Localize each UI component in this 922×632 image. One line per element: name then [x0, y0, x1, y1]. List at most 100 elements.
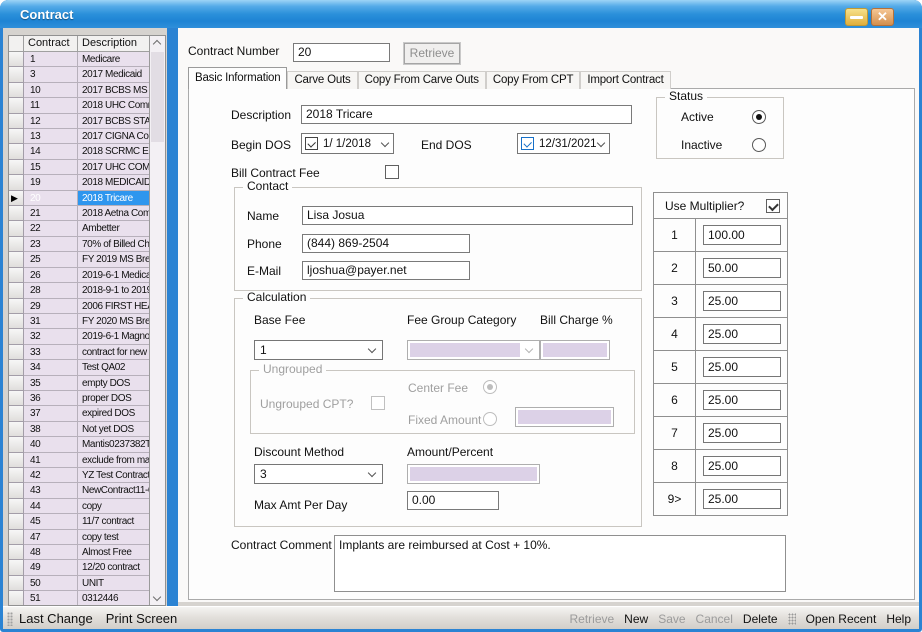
multiplier-value-input[interactable]: 100.00 — [703, 225, 781, 245]
description-cell[interactable]: Mantis0237382Te — [78, 437, 149, 452]
description-cell[interactable]: 2017 BCBS STAT — [78, 114, 149, 129]
row-header-cell[interactable] — [9, 576, 24, 591]
max-amt-per-day-input[interactable]: 0.00 — [407, 491, 499, 510]
contract-cell[interactable]: 21 — [24, 206, 78, 221]
scroll-up-icon[interactable] — [153, 40, 161, 48]
row-header-cell[interactable] — [9, 437, 24, 452]
table-row[interactable]: 510312446 — [9, 591, 149, 605]
contract-cell[interactable]: 1 — [24, 52, 78, 67]
description-cell[interactable]: Ambetter — [78, 221, 149, 236]
table-row[interactable]: 40Mantis0237382Te — [9, 437, 149, 452]
multiplier-value-input[interactable]: 25.00 — [703, 324, 781, 344]
description-cell[interactable]: 2018 UHC Comme — [78, 98, 149, 113]
contract-cell[interactable]: 35 — [24, 376, 78, 391]
table-row[interactable]: 31FY 2020 MS Breas — [9, 314, 149, 329]
description-cell[interactable]: Medicare — [78, 52, 149, 67]
table-row[interactable]: 35empty DOS — [9, 376, 149, 391]
contract-cell[interactable]: 11 — [24, 98, 78, 113]
table-row[interactable]: 152017 UHC COMM — [9, 160, 149, 175]
table-row[interactable]: 48Almost Free — [9, 545, 149, 560]
table-row[interactable]: 42YZ Test Contract — [9, 468, 149, 483]
row-header-cell[interactable] — [9, 83, 24, 98]
row-header-cell[interactable] — [9, 530, 24, 545]
contact-email-input[interactable]: ljoshua@payer.net — [302, 261, 470, 280]
row-header-cell[interactable] — [9, 237, 24, 252]
contract-cell[interactable]: 45 — [24, 514, 78, 529]
table-row[interactable]: 44copy — [9, 499, 149, 514]
table-row[interactable]: 25FY 2019 MS Breas — [9, 252, 149, 267]
table-row[interactable]: 212018 Aetna Comm — [9, 206, 149, 221]
contract-cell[interactable]: 44 — [24, 499, 78, 514]
description-cell[interactable]: 0312446 — [78, 591, 149, 605]
statusbar-new[interactable]: New — [624, 612, 648, 626]
multiplier-value-input[interactable]: 25.00 — [703, 423, 781, 443]
table-row[interactable]: 112018 UHC Comme — [9, 98, 149, 113]
contact-phone-input[interactable]: (844) 869-2504 — [302, 234, 470, 253]
table-row[interactable]: 50UNIT — [9, 576, 149, 591]
table-row[interactable]: 34Test QA02 — [9, 360, 149, 375]
row-header-cell[interactable] — [9, 52, 24, 67]
multiplier-value-input[interactable]: 25.00 — [703, 390, 781, 410]
begin-dos-datepicker[interactable]: 1/ 1/2018 — [301, 133, 394, 154]
multiplier-value-input[interactable]: 25.00 — [703, 291, 781, 311]
contract-cell[interactable]: 37 — [24, 406, 78, 421]
contract-cell[interactable]: 40 — [24, 437, 78, 452]
table-row[interactable]: 32017 Medicaid — [9, 67, 149, 82]
contract-cell[interactable]: 36 — [24, 391, 78, 406]
table-row[interactable]: 132017 CIGNA Comm — [9, 129, 149, 144]
description-cell[interactable]: contract for new d — [78, 345, 149, 360]
contract-cell[interactable]: 28 — [24, 283, 78, 298]
description-cell[interactable]: 2019-6-1 Magnolia — [78, 329, 149, 344]
contract-cell[interactable]: 13 — [24, 129, 78, 144]
row-header-cell[interactable]: ▶ — [9, 191, 24, 206]
row-header-cell[interactable] — [9, 360, 24, 375]
row-header-cell[interactable] — [9, 268, 24, 283]
statusbar-print-screen[interactable]: Print Screen — [106, 611, 178, 626]
table-row[interactable]: 282018-9-1 to 2019- — [9, 283, 149, 298]
description-cell[interactable]: copy — [78, 499, 149, 514]
description-cell[interactable]: 2019-6-1 Medicaid — [78, 268, 149, 283]
tab-basic-information[interactable]: Basic Information — [188, 67, 287, 89]
row-header-cell[interactable] — [9, 591, 24, 605]
description-cell[interactable]: 2018-9-1 to 2019- — [78, 283, 149, 298]
row-header-cell[interactable] — [9, 221, 24, 236]
description-cell[interactable]: 2017 BCBS MS — [78, 83, 149, 98]
description-cell[interactable]: 12/20 contract — [78, 560, 149, 575]
multiplier-value-input[interactable]: 50.00 — [703, 258, 781, 278]
status-active-radio[interactable] — [752, 110, 766, 124]
row-header-cell[interactable] — [9, 329, 24, 344]
table-row[interactable]: ▶202018 Tricare — [9, 191, 149, 206]
scrollbar-thumb[interactable] — [151, 52, 164, 142]
contract-cell[interactable]: 20 — [24, 191, 78, 206]
discount-method-select[interactable]: 3 — [254, 464, 383, 484]
row-header-cell[interactable] — [9, 545, 24, 560]
row-header-cell[interactable] — [9, 98, 24, 113]
table-row[interactable]: 122017 BCBS STAT — [9, 114, 149, 129]
description-cell[interactable]: 2017 Medicaid — [78, 67, 149, 82]
chevron-down-icon[interactable] — [368, 469, 376, 477]
contract-cell[interactable]: 51 — [24, 591, 78, 605]
contract-cell[interactable]: 47 — [24, 530, 78, 545]
row-header-cell[interactable] — [9, 252, 24, 267]
row-header-cell[interactable] — [9, 406, 24, 421]
contract-cell[interactable]: 25 — [24, 252, 78, 267]
contract-cell[interactable]: 14 — [24, 144, 78, 159]
row-header-cell[interactable] — [9, 283, 24, 298]
row-header-cell[interactable] — [9, 160, 24, 175]
row-header-cell[interactable] — [9, 483, 24, 498]
contract-comment-textarea[interactable]: Implants are reimbursed at Cost + 10%. — [334, 535, 786, 592]
statusbar-help[interactable]: Help — [886, 612, 911, 626]
end-dos-datepicker[interactable]: 12/31/2021 — [517, 133, 610, 154]
contract-cell[interactable]: 48 — [24, 545, 78, 560]
row-header-cell[interactable] — [9, 422, 24, 437]
contract-cell[interactable]: 15 — [24, 160, 78, 175]
status-inactive-radio[interactable] — [752, 138, 766, 152]
statusbar-open-recent[interactable]: Open Recent — [806, 612, 877, 626]
table-row[interactable]: 36proper DOS — [9, 391, 149, 406]
row-header-cell[interactable] — [9, 514, 24, 529]
description-cell[interactable]: 2017 UHC COMM — [78, 160, 149, 175]
description-cell[interactable]: Not yet DOS — [78, 422, 149, 437]
description-cell[interactable]: expired DOS — [78, 406, 149, 421]
description-cell[interactable]: exclude from max — [78, 453, 149, 468]
tab-copy-from-carve-outs[interactable]: Copy From Carve Outs — [358, 71, 486, 89]
